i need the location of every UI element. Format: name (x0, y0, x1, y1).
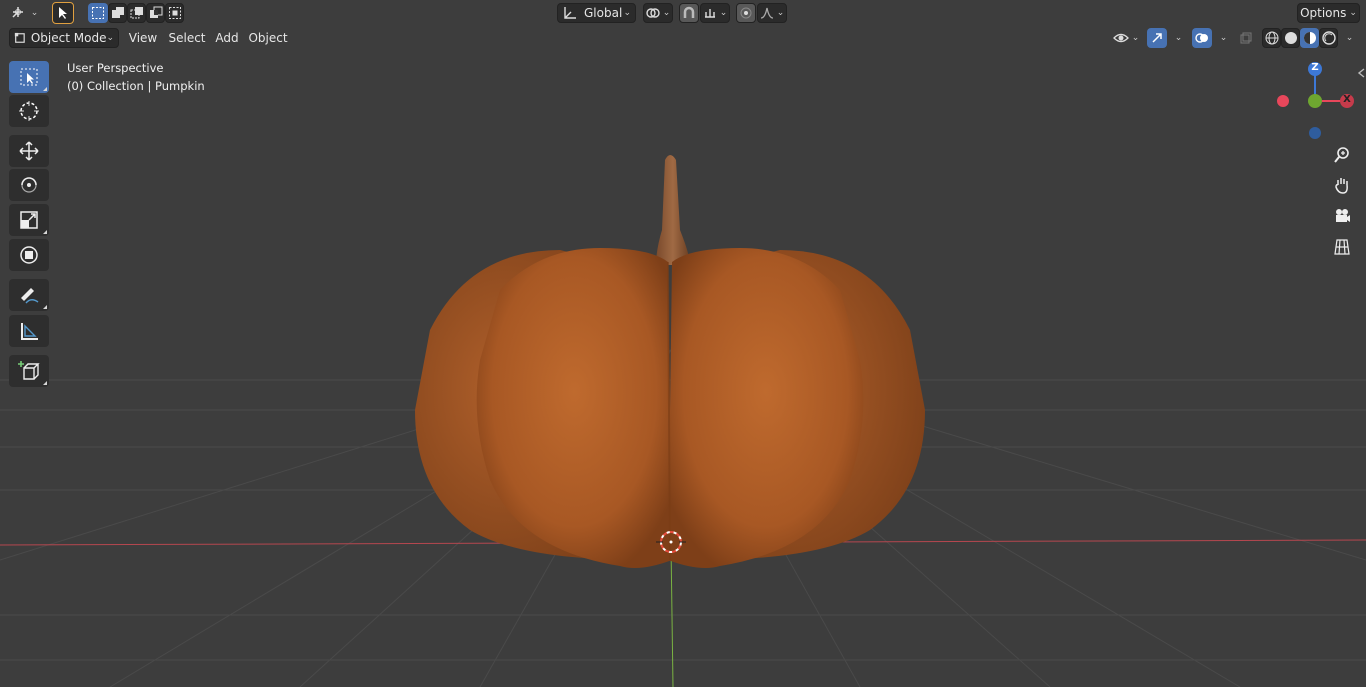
gizmo-toggle[interactable] (1147, 28, 1167, 48)
view-name-label: User Perspective (67, 61, 164, 75)
tool-move[interactable] (9, 135, 49, 167)
select-intersect-icon (168, 7, 181, 19)
overlays-toggle[interactable] (1192, 28, 1212, 48)
shading-dropdown[interactable]: ⌄ (1340, 28, 1356, 48)
snap-target-dropdown[interactable]: ⌄ (700, 3, 730, 23)
rendered-sphere-icon (1321, 31, 1336, 45)
xray-icon (1240, 32, 1252, 44)
pumpkin-mesh (415, 155, 925, 568)
solid-sphere-icon (1284, 32, 1297, 44)
editor-type-icon (12, 7, 23, 18)
cursor-icon (19, 101, 39, 121)
y-axis-line (670, 544, 674, 687)
overlays-dropdown[interactable]: ⌄ (1213, 28, 1231, 48)
select-box-icon (20, 68, 38, 86)
pan-button[interactable] (1328, 171, 1356, 199)
proportional-dot-icon (740, 7, 752, 19)
mode-dropdown[interactable]: Object Mode ⌄ (9, 28, 119, 48)
orientation-axes-icon (564, 7, 576, 19)
options-dropdown[interactable]: Options ⌄ (1297, 3, 1360, 23)
sidebar-toggle[interactable] (1356, 66, 1366, 80)
select-mode-subtract-button[interactable] (127, 3, 146, 23)
overlays-icon (1195, 33, 1208, 43)
tool-select-button[interactable] (52, 2, 74, 24)
navigation-gizmo[interactable]: Z X (1270, 58, 1360, 148)
eye-icon (1112, 33, 1129, 43)
select-mode-intersect-button[interactable] (165, 3, 184, 23)
move-icon (19, 141, 39, 161)
gizmo-dropdown[interactable]: ⌄ (1168, 28, 1186, 48)
tool-rotate[interactable] (9, 169, 49, 201)
options-label: Options (1300, 6, 1347, 20)
shading-material-button[interactable] (1300, 28, 1319, 48)
menu-add[interactable]: Add (212, 28, 242, 48)
gizmo-arrow-icon (1152, 33, 1162, 43)
viewport-header: Object Mode ⌄ View Select Add Object ⌄ ⌄… (0, 26, 1366, 50)
measure-icon (21, 323, 38, 340)
xray-toggle[interactable] (1236, 28, 1256, 48)
zoom-icon (1334, 147, 1349, 163)
rotate-icon (21, 177, 37, 193)
pivot-link-icon (646, 8, 660, 18)
transform-icon (20, 246, 38, 264)
shading-wireframe-button[interactable] (1262, 28, 1281, 48)
scale-icon (20, 211, 38, 229)
shading-rendered-button[interactable] (1319, 28, 1338, 48)
wireframe-sphere-icon (1265, 31, 1278, 45)
pointer-icon (59, 7, 67, 19)
select-mode-new-button[interactable] (88, 3, 108, 23)
tool-header: ⌄ Global ⌄ ⌄ ⌄ ⌄ Options ⌄ (0, 0, 1366, 26)
magnet-icon (683, 6, 695, 18)
gizmo-x-label: X (1343, 94, 1351, 105)
mode-label: Object Mode (30, 31, 107, 45)
chevron-left-icon (1357, 68, 1365, 78)
proportional-edit-toggle[interactable] (736, 3, 756, 23)
menu-select[interactable]: Select (166, 28, 208, 48)
select-new-icon (92, 7, 104, 19)
pivot-point-dropdown[interactable]: ⌄ (643, 3, 673, 23)
grid-ortho-icon (1334, 239, 1350, 255)
tool-cursor[interactable] (9, 95, 49, 127)
tool-measure[interactable] (9, 315, 49, 347)
tool-scale[interactable] (9, 204, 49, 236)
select-mode-extend-button[interactable] (108, 3, 127, 23)
viewport-info: User Perspective (0) Collection | Pumpki… (67, 59, 205, 95)
menu-object[interactable]: Object (246, 28, 290, 48)
annotate-icon (21, 288, 39, 304)
material-sphere-icon (1303, 32, 1316, 44)
tool-annotate[interactable] (9, 279, 49, 311)
snap-toggle[interactable] (679, 3, 699, 23)
collection-label: (0) Collection | Pumpkin (67, 79, 205, 93)
select-subtract-icon (130, 7, 143, 19)
shading-solid-button[interactable] (1281, 28, 1300, 48)
object-mode-icon (14, 32, 25, 43)
tool-add-cube[interactable] (9, 355, 49, 387)
tool-transform[interactable] (9, 239, 49, 271)
menu-view[interactable]: View (125, 28, 161, 48)
ortho-toggle-button[interactable] (1328, 233, 1356, 261)
3d-viewport[interactable] (0, 0, 1366, 687)
falloff-curve-icon (760, 7, 773, 19)
transform-orientation-dropdown[interactable]: Global ⌄ (557, 3, 636, 23)
camera-icon (1336, 209, 1350, 222)
hand-pan-icon (1335, 178, 1348, 194)
editor-type-button[interactable]: ⌄ (8, 3, 40, 23)
gizmo-z-label: Z (1311, 62, 1319, 73)
falloff-dropdown[interactable]: ⌄ (757, 3, 787, 23)
orientation-label: Global (584, 6, 623, 20)
select-invert-icon (149, 6, 162, 18)
select-extend-icon (111, 7, 124, 18)
snap-increment-icon (704, 9, 715, 18)
tool-select-box[interactable] (9, 61, 49, 93)
select-mode-invert-button[interactable] (146, 3, 165, 23)
add-cube-icon (18, 361, 40, 380)
camera-view-button[interactable] (1328, 202, 1356, 230)
zoom-button[interactable] (1328, 141, 1356, 169)
visibility-dropdown[interactable]: ⌄ (1110, 28, 1142, 48)
